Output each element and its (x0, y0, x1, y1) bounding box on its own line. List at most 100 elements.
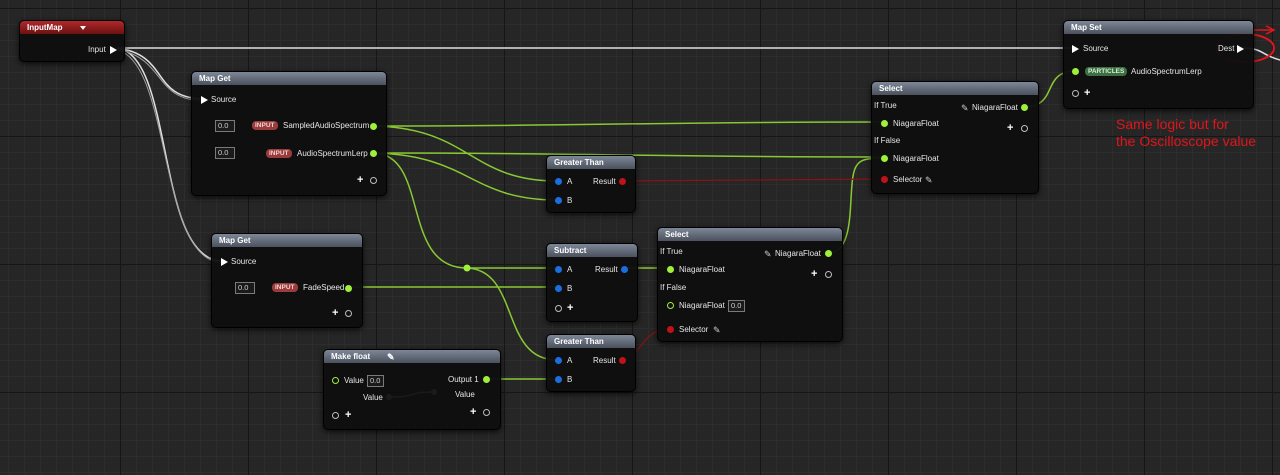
input-map-node[interactable]: InputMap Input (19, 20, 125, 62)
output-1-pin-icon[interactable] (483, 376, 490, 383)
fade-input-badge: INPUT (272, 283, 298, 292)
if-true-pin-label: NiagaraFloat (893, 119, 939, 128)
add-pin-circle-icon[interactable] (1072, 90, 1079, 97)
select-node-2[interactable]: Select If True ✎ NiagaraFloat NiagaraFlo… (657, 227, 843, 342)
add-pin-icon[interactable]: + (567, 303, 573, 314)
b-input-pin-icon[interactable] (555, 197, 562, 204)
output-label: NiagaraFloat (775, 249, 821, 258)
sampled-output-pin-icon[interactable] (370, 123, 377, 130)
a-input-pin-icon[interactable] (555, 266, 562, 273)
selector-label: Selector (679, 325, 709, 334)
add-pin-circle-icon[interactable] (332, 412, 339, 419)
selector-label: Selector (893, 175, 923, 184)
audio-spectrum-lerp-label: AudioSpectrumLerp (297, 149, 368, 158)
add-pin-circle-icon[interactable] (1021, 125, 1028, 132)
pencil-icon[interactable]: ✎ (961, 103, 969, 113)
a-input-pin-icon[interactable] (555, 178, 562, 185)
b-label: B (567, 375, 573, 384)
if-true-label: If True (660, 247, 683, 256)
pencil-icon[interactable]: ✎ (713, 325, 721, 335)
greater-than-node-2[interactable]: Greater Than A Result B (546, 334, 636, 392)
selector-pin-icon[interactable] (667, 326, 674, 333)
if-true-label: If True (874, 101, 897, 110)
select-1-header: Select (872, 82, 1038, 95)
result-output-pin-icon[interactable] (619, 178, 626, 185)
if-false-value-input[interactable]: 0.0 (728, 300, 745, 312)
map-set-node[interactable]: Map Set Source Dest PARTICLES AudioSpect… (1063, 20, 1254, 109)
if-false-pin-icon[interactable] (881, 155, 888, 162)
add-pin-circle-icon[interactable] (345, 310, 352, 317)
add-pin-icon[interactable]: + (357, 175, 363, 186)
dest-exec-pin-icon[interactable] (1237, 45, 1244, 53)
add-output-pin-icon[interactable]: + (470, 407, 476, 418)
add-pin-icon[interactable]: + (1007, 123, 1013, 134)
sampled-default-value[interactable]: 0.0 (215, 120, 235, 132)
greater-than-2-header: Greater Than (547, 335, 635, 348)
attribute-input-pin-icon[interactable] (1072, 68, 1079, 75)
wire-sampled-to-select1 (373, 121, 882, 127)
input-exec-pin-icon[interactable] (110, 46, 117, 54)
add-pin-icon[interactable]: + (332, 308, 338, 319)
pencil-icon[interactable]: ✎ (764, 249, 772, 259)
greater-than-1-header: Greater Than (547, 156, 635, 169)
make-float-header: Make float ✎ (324, 350, 500, 363)
annotation-note: Same logic but for the Oscilloscope valu… (1116, 116, 1256, 150)
wire-gt1-to-selector1 (621, 178, 882, 182)
map-get-node-2[interactable]: Map Get Source 0.0 INPUT FadeSpeed + (211, 233, 363, 328)
a-label: A (567, 356, 573, 365)
output-1-label: Output 1 (448, 375, 479, 384)
selector-pin-icon[interactable] (881, 176, 888, 183)
input-map-header[interactable]: InputMap (20, 21, 124, 34)
add-pin-icon[interactable]: + (811, 269, 817, 280)
select-2-output-pin-icon[interactable] (825, 250, 832, 257)
add-pin-circle-icon[interactable] (370, 177, 377, 184)
add-pin-circle-icon[interactable] (825, 271, 832, 278)
a-label: A (567, 265, 573, 274)
source-exec-pin-icon[interactable] (221, 258, 228, 266)
a-label: A (567, 177, 573, 186)
value-input[interactable]: 0.0 (367, 375, 384, 387)
source-label: Source (1083, 44, 1109, 53)
fade-default-value[interactable]: 0.0 (235, 282, 255, 294)
dropdown-arrow-icon[interactable] (80, 26, 86, 30)
if-false-pin-icon[interactable] (667, 302, 674, 309)
b-input-pin-icon[interactable] (555, 376, 562, 383)
annotation-line-2: the Oscilloscope value (1116, 133, 1257, 149)
if-true-pin-icon[interactable] (667, 266, 674, 273)
add-pin-icon[interactable]: + (1084, 88, 1090, 99)
fade-output-pin-icon[interactable] (345, 285, 352, 292)
result-output-pin-icon[interactable] (619, 357, 626, 364)
a-input-pin-icon[interactable] (555, 357, 562, 364)
result-label: Result (593, 356, 616, 365)
pencil-icon[interactable]: ✎ (925, 175, 933, 185)
lerp-input-badge: INPUT (266, 149, 292, 158)
b-input-pin-icon[interactable] (555, 285, 562, 292)
map-get-node-1[interactable]: Map Get Source 0.0 INPUT SampledAudioSpe… (191, 71, 387, 196)
wire-junction-to-gt2a (466, 267, 558, 361)
map-get-1-header: Map Get (192, 72, 386, 85)
if-false-pin-label: NiagaraFloat (893, 154, 939, 163)
make-float-title: Make float (331, 352, 371, 361)
add-output-circle-icon[interactable] (483, 409, 490, 416)
lerp-default-value[interactable]: 0.0 (215, 147, 235, 159)
map-get-2-header: Map Get (212, 234, 362, 247)
source-exec-pin-icon[interactable] (201, 96, 208, 104)
lerp-output-pin-icon[interactable] (370, 150, 377, 157)
add-pin-circle-icon[interactable] (555, 305, 562, 312)
greater-than-node-1[interactable]: Greater Than A Result B (546, 155, 636, 213)
curve-out-label: Value (455, 390, 475, 399)
select-1-output-pin-icon[interactable] (1021, 104, 1028, 111)
make-float-node[interactable]: Make float ✎ Value 0.0 Output 1 Value Va… (323, 349, 501, 430)
source-exec-pin-icon[interactable] (1072, 45, 1079, 53)
audio-spectrum-lerp-attribute: AudioSpectrumLerp (1131, 67, 1202, 76)
result-label: Result (593, 177, 616, 186)
reroute-dot (463, 264, 471, 272)
if-true-pin-icon[interactable] (881, 120, 888, 127)
result-output-pin-icon[interactable] (621, 266, 628, 273)
pencil-icon[interactable]: ✎ (387, 352, 395, 362)
select-node-1[interactable]: Select If True ✎ NiagaraFloat NiagaraFlo… (871, 81, 1039, 194)
source-label: Source (211, 95, 237, 104)
subtract-node[interactable]: Subtract A Result B + (546, 243, 638, 322)
value-input-pin-icon[interactable] (332, 377, 339, 384)
add-pin-icon[interactable]: + (345, 410, 351, 421)
